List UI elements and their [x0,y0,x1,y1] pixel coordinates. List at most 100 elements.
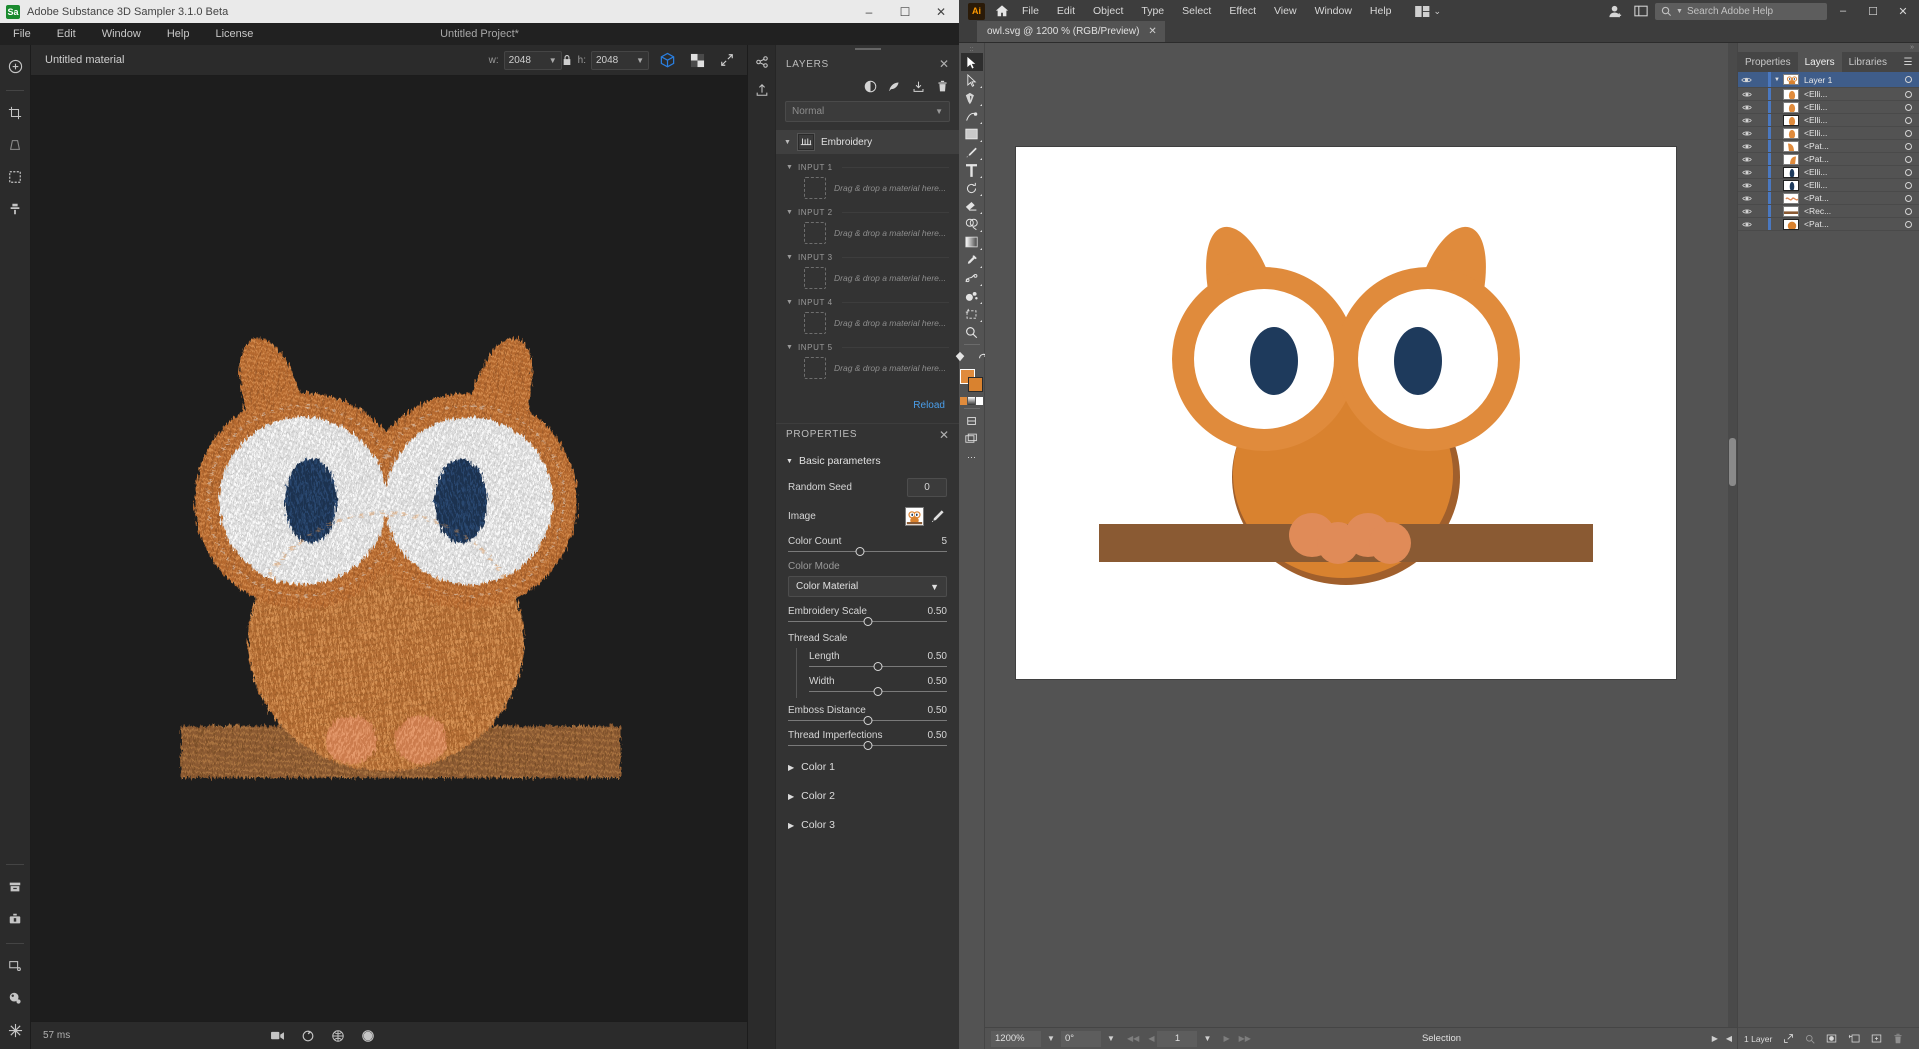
eyedropper-tool-icon[interactable] [961,251,983,269]
search-layer-icon[interactable] [1805,1034,1815,1044]
eye-icon[interactable] [1738,104,1755,111]
add-icon[interactable] [2,53,28,79]
list-item[interactable]: <Elli... [1738,101,1919,114]
artboard-nav-first[interactable]: ◀◀ [1127,1034,1139,1043]
list-item[interactable]: <Elli... [1738,166,1919,179]
more-tools-icon[interactable]: ⋯ [961,448,983,466]
thread-imperfections-slider[interactable] [776,741,959,752]
target-circle-icon[interactable] [1897,76,1919,83]
grid-icon[interactable] [331,1029,345,1043]
eye-icon[interactable] [1738,91,1755,98]
gradient-mode-swatch[interactable] [968,397,975,405]
clone-stamp-icon[interactable] [2,196,28,222]
filter-icon[interactable] [888,80,901,93]
artboard-nav-prev[interactable]: ◀ [1148,1034,1154,1043]
blend-tool-icon[interactable] [961,269,983,287]
none-mode-swatch[interactable] [976,397,983,405]
target-circle-icon[interactable] [1897,142,1919,150]
collapse-triangle-icon[interactable]: ▼ [786,344,793,351]
emboss-distance-slider[interactable] [776,716,959,727]
target-circle-icon[interactable] [1897,90,1919,98]
gradient-tool-icon[interactable] [961,233,983,251]
color-3-section[interactable]: ▶ Color 3 [776,810,959,839]
fill-stroke-swatches[interactable] [959,369,984,393]
artboard-canvas[interactable] [985,43,1737,1027]
color-count-slider[interactable] [776,547,959,558]
direct-selection-tool-icon[interactable] [961,71,983,89]
close-icon[interactable]: ✕ [939,428,949,442]
prev-icon[interactable]: ◀ [1726,1034,1732,1043]
zoom-chevron-icon[interactable]: ▼ [1044,1034,1058,1043]
input-dropzone-3[interactable]: Drag & drop a material here... [776,265,959,293]
user-add-icon[interactable] [1603,0,1627,22]
toolbar-grip[interactable]: :: [970,46,974,53]
menu-edit[interactable]: Edit [44,23,89,45]
artboard-tool-icon[interactable] [961,305,983,323]
blend-mode-select[interactable]: Normal ▼ [785,101,950,122]
selection-icon[interactable] [2,164,28,190]
import-icon[interactable] [912,80,925,93]
dropzone-box[interactable] [804,312,826,334]
share-icon[interactable] [755,55,769,69]
dropzone-box[interactable] [804,222,826,244]
owl-thumb-icon[interactable] [905,507,924,526]
eye-icon[interactable] [1738,195,1755,202]
layer-row-embroidery[interactable]: ▼ Embroidery [776,130,959,154]
list-item[interactable]: <Pat... [1738,218,1919,231]
rotate-icon[interactable] [301,1029,315,1043]
embroidery-scale-slider[interactable] [776,617,959,628]
lock-icon[interactable] [562,54,578,66]
3d-viewport[interactable] [31,76,747,1021]
expand-triangle-icon[interactable]: ▼ [1771,77,1783,83]
close-button[interactable]: ✕ [923,0,959,23]
delete-layer-icon[interactable] [1893,1033,1903,1044]
menu-help[interactable]: Help [154,23,203,45]
toolbox-icon[interactable] [2,906,28,932]
rotate-tool-icon[interactable] [961,179,983,197]
draw-modes-icon[interactable] [961,412,983,430]
target-circle-icon[interactable] [1897,181,1919,189]
arrange-documents-icon[interactable]: ⌄ [1414,5,1441,17]
artboard-nav-next[interactable]: ▶ [1223,1034,1229,1043]
panel-collapse-grip[interactable]: » [1738,43,1919,52]
basic-parameters-section[interactable]: ▼ Basic parameters [776,445,959,475]
thread-width-slider[interactable] [807,687,947,698]
eye-icon[interactable] [1738,117,1755,124]
minimize-button[interactable]: – [851,0,887,23]
list-item[interactable]: <Pat... [1738,140,1919,153]
layer-row-layer1[interactable]: ▼ Layer 1 [1738,72,1919,88]
sphere-icon[interactable] [2,985,28,1011]
menu-select[interactable]: Select [1173,0,1220,22]
snowflake-icon[interactable] [2,1017,28,1043]
fullscreen-button[interactable] [715,48,739,72]
menu-effect[interactable]: Effect [1220,0,1265,22]
eraser-tool-icon[interactable] [961,197,983,215]
document-tab-owl[interactable]: owl.svg @ 1200 % (RGB/Preview) ✕ [977,21,1165,42]
export-icon[interactable] [755,83,769,97]
artboard-number-input[interactable]: 1 [1157,1030,1198,1047]
workspace-icon[interactable] [1629,0,1653,22]
selection-tool-icon[interactable] [960,53,983,71]
target-circle-icon[interactable] [1897,116,1919,124]
collapse-triangle-icon[interactable]: ▼ [786,254,793,261]
maximize-button[interactable]: ☐ [1859,0,1887,22]
target-circle-icon[interactable] [1897,129,1919,137]
pen-tool-icon[interactable] [961,89,983,107]
perspective-icon[interactable] [2,132,28,158]
target-circle-icon[interactable] [1897,103,1919,111]
zoom-tool-icon[interactable] [961,323,983,341]
close-icon[interactable]: ✕ [1148,26,1156,37]
home-icon[interactable] [991,4,1013,18]
screen-mode-icon[interactable] [961,430,983,448]
eye-icon[interactable] [1738,76,1755,84]
color-mode-swatch[interactable] [960,397,967,405]
search-input[interactable]: ▼ Search Adobe Help [1655,2,1827,20]
color-1-section[interactable]: ▶ Color 1 [776,752,959,781]
dropzone-box[interactable] [804,267,826,289]
list-item[interactable]: <Elli... [1738,179,1919,192]
close-button[interactable]: ✕ [1889,0,1917,22]
collapse-triangle-icon[interactable]: ▼ [786,299,793,306]
curvature-tool-icon[interactable] [961,107,983,125]
menu-help[interactable]: Help [1361,0,1401,22]
menu-license[interactable]: License [202,23,266,45]
